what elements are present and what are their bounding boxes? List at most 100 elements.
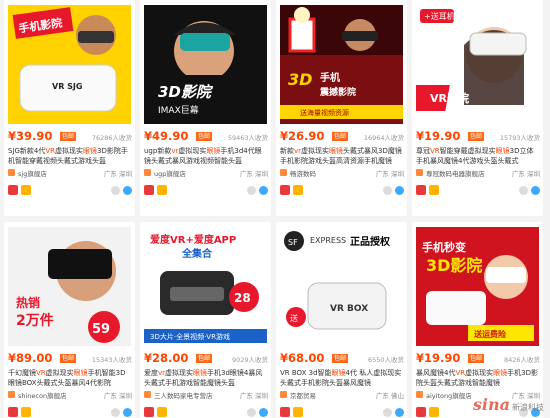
wangwang-chat-icon[interactable] <box>395 186 404 195</box>
shop-name-link[interactable]: ugp旗舰店 <box>154 168 186 178</box>
shop-icon <box>416 391 423 398</box>
service-icons <box>144 185 268 197</box>
compare-icon[interactable] <box>519 186 528 195</box>
shop-name-link[interactable]: shinecon旗舰店 <box>18 390 67 400</box>
product-card[interactable]: 手机影院 VR SJG ¥39.90 包邮 76286人收货 SJG新款4代VR… <box>4 0 135 216</box>
shop-name-link[interactable]: aiyitong旗舰店 <box>426 390 472 400</box>
free-shipping-badge: 包邮 <box>332 132 349 141</box>
product-title[interactable]: 千幻魔镜VR虚拟现实眼镜手机智能3D眼镜BOX头戴式头盔暴风4代影院 <box>8 368 132 388</box>
compare-icon[interactable] <box>383 186 392 195</box>
compare-icon[interactable] <box>383 408 392 417</box>
product-card[interactable]: 手机秒变 3D影院 送运费险 ¥19.90 包邮 8426人收货 暴风魔镜4代V… <box>412 222 543 418</box>
shop-name-link[interactable]: 三人数码家电专营店 <box>154 390 213 400</box>
free-shipping-badge: 包邮 <box>468 132 485 141</box>
shop-row: 尊冠数码电器旗舰店 广东 深圳 <box>416 168 540 178</box>
product-title[interactable]: 爱度vr虚拟现实眼镜手机3d眼镜4暴风头戴式手机游戏智能魔镜头盔 <box>144 368 268 388</box>
free-shipping-badge: 包邮 <box>196 354 213 363</box>
guarantee-icon <box>429 407 439 417</box>
shop-icon <box>144 391 151 398</box>
wangwang-chat-icon[interactable] <box>123 408 132 417</box>
tmall-icon <box>144 407 154 417</box>
product-title[interactable]: SJG新款4代VR虚拟现实眼镜3D影院手机智能穿戴视频头戴式游戏头盔 <box>8 146 132 166</box>
service-icons <box>280 185 404 197</box>
shop-icon <box>144 169 151 176</box>
wangwang-chat-icon[interactable] <box>531 186 540 195</box>
price-row: ¥39.90 包邮 76286人收货 <box>8 129 132 145</box>
sales-count: 59463人收货 <box>227 134 268 142</box>
product-card[interactable]: 爱度VR+爱度APP 全集合 28 3D大片·全景视频·VR游戏 ¥28.00 … <box>140 222 271 418</box>
product-image[interactable]: 爱度VR+爱度APP 全集合 28 3D大片·全景视频·VR游戏 <box>144 227 267 346</box>
shop-row: 畅游数码 广东 深圳 <box>280 168 404 178</box>
service-icons <box>8 407 132 418</box>
product-title[interactable]: ugp新款vr虚拟现实眼镜手机3d4代眼镜头戴式暴风游戏视频智能头盔 <box>144 146 268 166</box>
shop-location: 广东 深圳 <box>103 170 132 178</box>
product-price: ¥28.00 <box>144 351 189 365</box>
shop-location: 广东 深圳 <box>103 392 132 400</box>
product-image[interactable]: +送耳机 VR影院 <box>416 5 539 124</box>
product-card[interactable]: +送耳机 VR影院 ¥19.90 包邮 15793人收货 尊冠VR智能穿戴虚拟现… <box>412 0 543 216</box>
product-image[interactable]: 手机影院 VR SJG <box>8 5 131 124</box>
price-row: ¥19.90 包邮 8426人收货 <box>416 351 540 367</box>
product-image[interactable]: 热销 2万件 59 <box>8 227 131 346</box>
product-price: ¥89.00 <box>8 351 53 365</box>
shop-icon <box>8 391 15 398</box>
shop-row: shinecon旗舰店 广东 深圳 <box>8 390 132 400</box>
product-grid: 手机影院 VR SJG ¥39.90 包邮 76286人收货 SJG新款4代VR… <box>0 0 550 418</box>
sales-count: 15343人收货 <box>91 356 132 364</box>
tmall-icon <box>8 407 18 417</box>
product-image[interactable]: 3D 手机 震撼影院 送海量视频资源 <box>280 5 403 124</box>
shop-icon <box>280 169 287 176</box>
svg-text:2万件: 2万件 <box>16 312 54 329</box>
free-shipping-badge: 包邮 <box>60 132 77 141</box>
guarantee-icon <box>293 185 303 195</box>
compare-icon[interactable] <box>247 408 256 417</box>
shop-location: 广东 深圳 <box>375 170 404 178</box>
price-row: ¥89.00 包邮 15343人收货 <box>8 351 132 367</box>
sales-count: 9029人收货 <box>231 356 268 364</box>
wangwang-chat-icon[interactable] <box>395 408 404 417</box>
product-title[interactable]: 尊冠VR智能穿戴虚拟现实眼镜3D立体手机暴风魔镜4代游戏头盔头戴式 <box>416 146 540 166</box>
svg-text:送运费险: 送运费险 <box>473 329 507 339</box>
product-title[interactable]: 暴风魔镜4代VR虚拟现实眼镜手机3D影院头盔头戴式游戏智能魔镜 <box>416 368 540 388</box>
tmall-icon <box>416 185 426 195</box>
svg-text:IMAX巨幕: IMAX巨幕 <box>158 104 199 116</box>
compare-icon[interactable] <box>247 186 256 195</box>
price-row: ¥68.00 包邮 6550人收货 <box>280 351 404 367</box>
guarantee-icon <box>21 185 31 195</box>
wangwang-chat-icon[interactable] <box>123 186 132 195</box>
shop-row: ugp旗舰店 广东 深圳 <box>144 168 268 178</box>
shop-row: 京都贸易 广东 佛山 <box>280 390 404 400</box>
product-card[interactable]: 3D影院 IMAX巨幕 ¥49.90 包邮 59463人收货 ugp新款vr虚拟… <box>140 0 271 216</box>
shop-name-link[interactable]: 京都贸易 <box>290 390 316 400</box>
shop-name-link[interactable]: sjg旗舰店 <box>18 168 47 178</box>
shop-name-link[interactable]: 尊冠数码电器旗舰店 <box>426 168 485 178</box>
shop-location: 广东 深圳 <box>511 170 540 178</box>
sales-count: 76286人收货 <box>91 134 132 142</box>
shop-location: 广东 佛山 <box>375 392 404 400</box>
product-image[interactable]: 3D影院 IMAX巨幕 <box>144 5 267 124</box>
wangwang-chat-icon[interactable] <box>259 408 268 417</box>
product-price: ¥19.90 <box>416 351 461 365</box>
sales-count: 15793人收货 <box>499 134 540 142</box>
product-title[interactable]: VR BOX 3d智能眼镜4代 私人虚拟现实头戴式手机影院头盔暴风魔镜 <box>280 368 404 388</box>
free-shipping-badge: 包邮 <box>332 354 349 363</box>
product-card[interactable]: 热销 2万件 59 ¥89.00 包邮 15343人收货 千幻魔镜VR虚拟现实眼… <box>4 222 135 418</box>
compare-icon[interactable] <box>111 408 120 417</box>
guarantee-icon <box>157 185 167 195</box>
svg-text:3D大片·全景视频·VR游戏: 3D大片·全景视频·VR游戏 <box>150 332 230 341</box>
guarantee-icon <box>21 407 31 417</box>
compare-icon[interactable] <box>111 186 120 195</box>
product-image[interactable]: 手机秒变 3D影院 送运费险 <box>416 227 539 346</box>
product-price: ¥26.90 <box>280 129 325 143</box>
product-title[interactable]: 新款vr虚拟现实眼镜头戴式暴风3D魔镜手机影院游戏头盔高清资源手机魔镜 <box>280 146 404 166</box>
wangwang-chat-icon[interactable] <box>259 186 268 195</box>
svg-text:28: 28 <box>234 291 251 305</box>
price-row: ¥28.00 包邮 9029人收货 <box>144 351 268 367</box>
product-card[interactable]: SF EXPRESS 正品授权 VR BOX 送 ¥68.00 包邮 6550人… <box>276 222 407 418</box>
product-image[interactable]: SF EXPRESS 正品授权 VR BOX 送 <box>280 227 403 346</box>
svg-text:爱度VR+爱度APP: 爱度VR+爱度APP <box>150 233 236 246</box>
shop-name-link[interactable]: 畅游数码 <box>290 168 316 178</box>
tmall-icon <box>8 185 18 195</box>
svg-text:送: 送 <box>290 313 298 323</box>
product-card[interactable]: 3D 手机 震撼影院 送海量视频资源 ¥26.90 包邮 16964人收货 新款… <box>276 0 407 216</box>
